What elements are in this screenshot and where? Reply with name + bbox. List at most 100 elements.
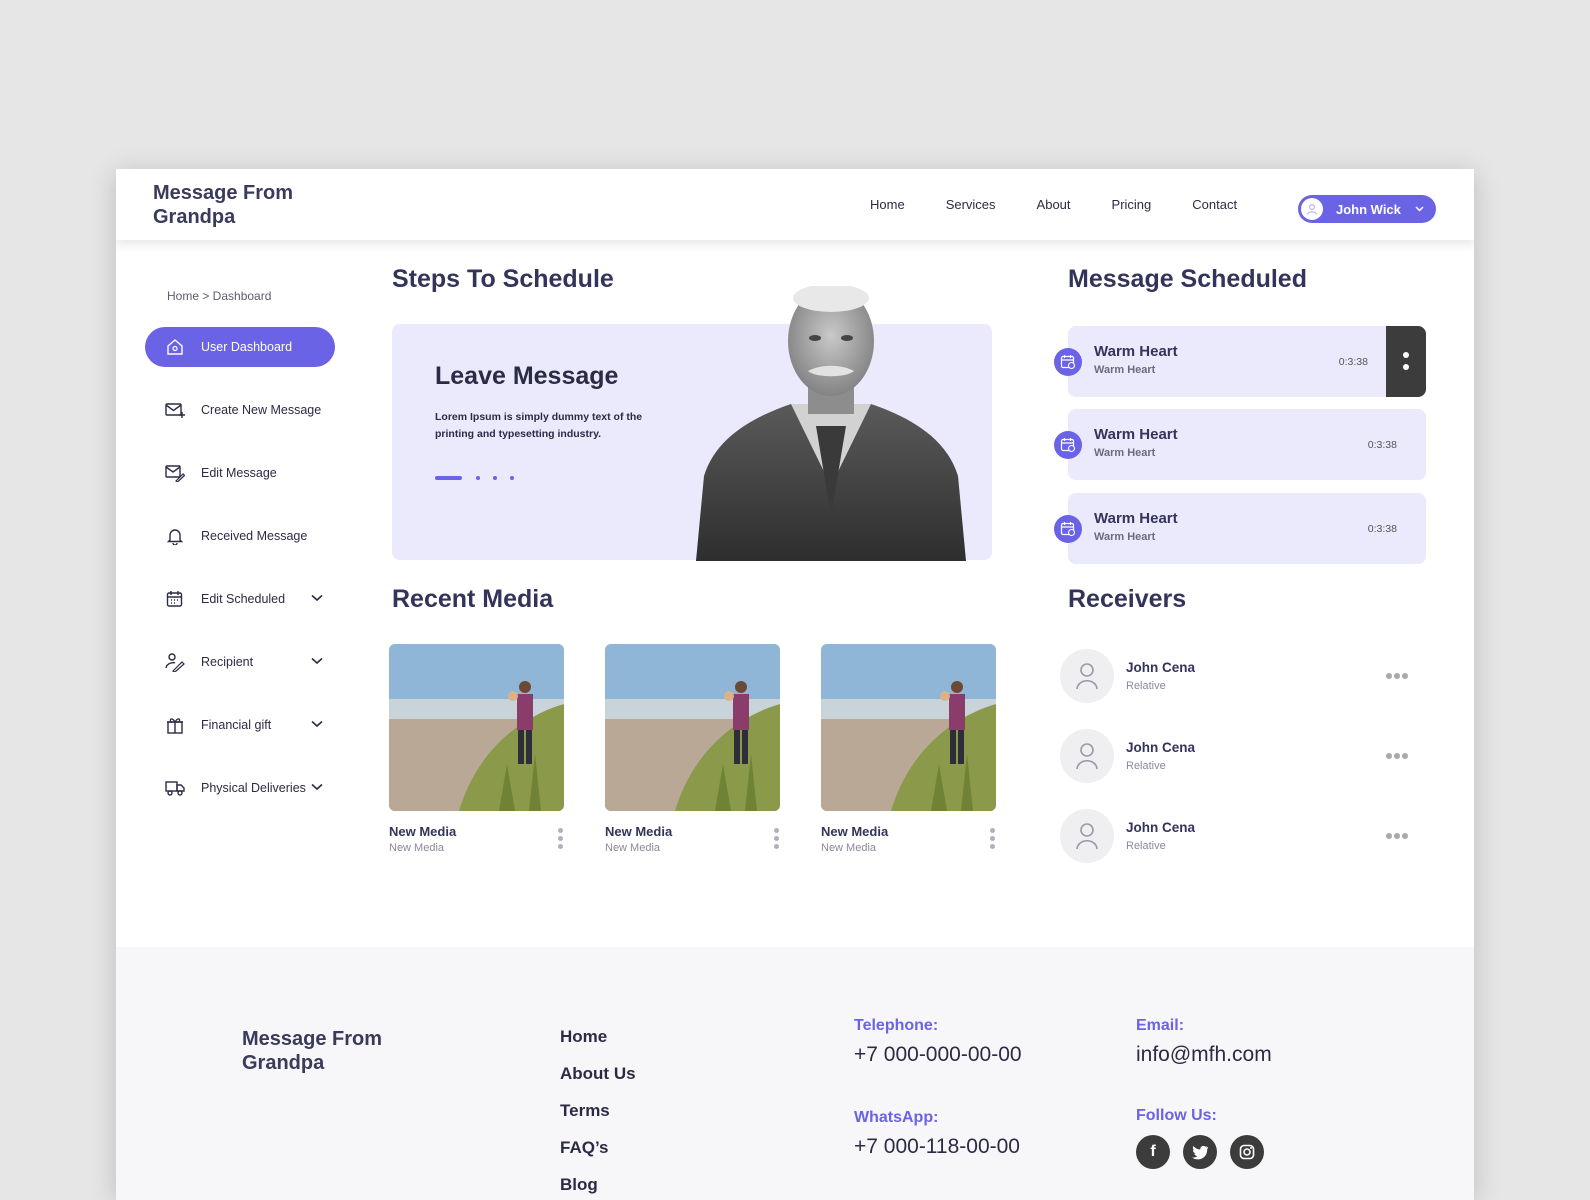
sidebar-item-label: Received Message — [201, 529, 308, 543]
scheduled-message-item[interactable]: Warm Heart Warm Heart 0:3:38 — [1054, 409, 1426, 480]
gift-icon — [165, 715, 185, 735]
media-thumbnail[interactable] — [389, 644, 564, 811]
nav-home[interactable]: Home — [870, 197, 905, 212]
carousel-pagination[interactable] — [435, 476, 527, 480]
media-title: New Media — [389, 824, 457, 839]
chevron-down-icon[interactable] — [311, 717, 323, 731]
receiver-item[interactable]: John Cena Relative — [1060, 649, 1420, 705]
receiver-relation: Relative — [1126, 760, 1166, 772]
carousel-dot[interactable] — [493, 476, 497, 480]
user-menu-button[interactable]: John Wick — [1298, 195, 1436, 223]
nav-pricing[interactable]: Pricing — [1112, 197, 1152, 212]
scheduled-message-item[interactable]: Warm Heart Warm Heart 0:3:38 — [1054, 326, 1426, 397]
person-edit-icon — [165, 652, 185, 672]
scheduled-subtitle: Warm Heart — [1094, 531, 1156, 543]
sidebar-item-received-message[interactable]: Received Message — [145, 516, 335, 556]
nav-contact[interactable]: Contact — [1192, 197, 1237, 212]
whatsapp-value[interactable]: +7 000-118-00-00 — [854, 1135, 1020, 1159]
twitter-icon[interactable] — [1183, 1135, 1217, 1169]
more-vertical-icon[interactable] — [1386, 326, 1426, 397]
avatar — [1060, 729, 1114, 783]
scheduled-subtitle: Warm Heart — [1094, 447, 1156, 459]
footer-link-blog[interactable]: Blog — [560, 1175, 636, 1196]
receiver-item[interactable]: John Cena Relative — [1060, 809, 1420, 865]
media-card[interactable]: New Media New Media — [389, 644, 564, 854]
user-avatar-icon — [1301, 198, 1323, 220]
media-thumbnail[interactable] — [821, 644, 996, 811]
media-thumbnail[interactable] — [605, 644, 780, 811]
follow-us-label: Follow Us: — [1136, 1107, 1217, 1124]
section-title-receivers: Receivers — [1068, 585, 1187, 613]
email-label: Email: — [1136, 1017, 1185, 1034]
nav-about[interactable]: About — [1037, 197, 1071, 212]
chevron-down-icon — [1415, 203, 1424, 215]
scheduled-subtitle: Warm Heart — [1094, 364, 1156, 376]
whatsapp-label: WhatsApp: — [854, 1109, 939, 1126]
media-card[interactable]: New Media New Media — [821, 644, 996, 854]
sidebar-item-label: Edit Scheduled — [201, 592, 286, 606]
more-horizontal-icon[interactable] — [1386, 673, 1410, 679]
scheduled-title: Warm Heart — [1094, 343, 1178, 360]
more-vertical-icon[interactable] — [772, 828, 780, 852]
section-title-message-scheduled: Message Scheduled — [1068, 265, 1307, 293]
more-vertical-icon[interactable] — [988, 828, 996, 852]
nav-services[interactable]: Services — [946, 197, 996, 212]
footer-link-about-us[interactable]: About Us — [560, 1064, 636, 1085]
scheduled-time: 0:3:38 — [1367, 439, 1397, 451]
footer-link-faqs[interactable]: FAQ’s — [560, 1138, 636, 1159]
sidebar-item-create-new-message[interactable]: Create New Message — [145, 390, 335, 430]
sidebar: User Dashboard Create New Message Edit M… — [145, 327, 335, 831]
carousel-dot[interactable] — [510, 476, 514, 480]
sidebar-item-edit-scheduled[interactable]: Edit Scheduled — [145, 579, 335, 619]
sidebar-item-label: Edit Message — [201, 466, 277, 480]
footer: Message From Grandpa Home About Us Terms… — [116, 947, 1474, 1200]
carousel-dot[interactable] — [476, 476, 480, 480]
brand-logo[interactable]: Message From Grandpa — [153, 181, 353, 229]
receiver-item[interactable]: John Cena Relative — [1060, 729, 1420, 785]
calendar-edit-icon — [165, 589, 185, 609]
chevron-down-icon[interactable] — [311, 654, 323, 668]
chevron-down-icon[interactable] — [311, 780, 323, 794]
sidebar-item-edit-message[interactable]: Edit Message — [145, 453, 335, 493]
scheduled-message-item[interactable]: Warm Heart Warm Heart 0:3:38 — [1054, 493, 1426, 564]
receiver-name: John Cena — [1126, 660, 1196, 675]
telephone-label: Telephone: — [854, 1017, 939, 1034]
sidebar-item-financial-gift[interactable]: Financial gift — [145, 705, 335, 745]
scheduled-title: Warm Heart — [1094, 510, 1178, 527]
more-horizontal-icon[interactable] — [1386, 753, 1410, 759]
calendar-clock-icon — [1054, 431, 1082, 459]
media-card[interactable]: New Media New Media — [605, 644, 780, 854]
media-subtitle: New Media — [821, 842, 877, 854]
telephone-value[interactable]: +7 000-000-00-00 — [854, 1043, 1022, 1067]
sidebar-item-label: Create New Message — [201, 403, 322, 417]
breadcrumb[interactable]: Home > Dashboard — [167, 289, 271, 303]
scheduled-title: Warm Heart — [1094, 426, 1178, 443]
mail-plus-icon — [165, 400, 185, 420]
sidebar-item-user-dashboard[interactable]: User Dashboard — [145, 327, 335, 367]
footer-link-terms[interactable]: Terms — [560, 1101, 636, 1122]
avatar — [1060, 649, 1114, 703]
receiver-name: John Cena — [1126, 820, 1196, 835]
receiver-name: John Cena — [1126, 740, 1196, 755]
footer-brand[interactable]: Message From Grandpa — [242, 1027, 442, 1075]
media-subtitle: New Media — [605, 842, 661, 854]
sidebar-item-label: Physical Deliveries — [201, 781, 306, 795]
more-horizontal-icon[interactable] — [1386, 833, 1410, 839]
sidebar-item-physical-deliveries[interactable]: Physical Deliveries — [145, 768, 335, 808]
footer-links: Home About Us Terms FAQ’s Blog — [560, 1027, 636, 1200]
user-name: John Wick — [1336, 201, 1401, 217]
carousel-dot-active[interactable] — [435, 476, 462, 480]
section-title-steps: Steps To Schedule — [392, 265, 614, 293]
truck-icon — [165, 778, 185, 798]
instagram-icon[interactable] — [1230, 1135, 1264, 1169]
chevron-down-icon[interactable] — [311, 591, 323, 605]
footer-link-home[interactable]: Home — [560, 1027, 636, 1048]
media-subtitle: New Media — [389, 842, 445, 854]
top-navigation-bar: Message From Grandpa Home Services About… — [116, 169, 1474, 240]
more-vertical-icon[interactable] — [556, 828, 564, 852]
sidebar-item-recipient[interactable]: Recipient — [145, 642, 335, 682]
facebook-icon[interactable]: f — [1136, 1135, 1170, 1169]
media-title: New Media — [821, 824, 889, 839]
email-value[interactable]: info@mfh.com — [1136, 1043, 1272, 1067]
social-links: f — [1136, 1135, 1277, 1169]
